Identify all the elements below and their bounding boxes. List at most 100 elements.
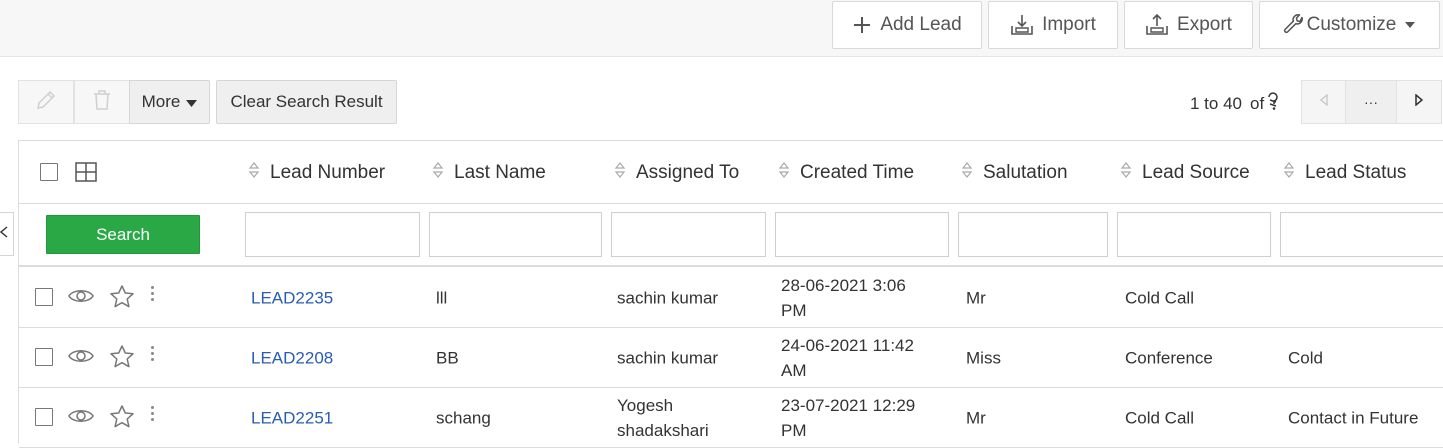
more-label: More <box>141 92 181 111</box>
select-all-checkbox[interactable] <box>40 163 58 181</box>
lead-number-link[interactable]: LEAD2235 <box>251 285 333 310</box>
sort-icon <box>432 161 444 185</box>
created-time-line: PM <box>781 301 807 320</box>
assigned-to-line: Yogesh <box>617 396 674 415</box>
filter-lead-source-input[interactable] <box>1117 212 1271 257</box>
last-name-cell: schang <box>436 408 491 427</box>
col-label: Lead Status <box>1305 162 1407 183</box>
customize-button[interactable]: Customize <box>1259 1 1440 49</box>
lead-source-cell: Cold Call <box>1125 408 1194 427</box>
salutation-cell: Mr <box>966 288 986 307</box>
trash-icon <box>92 89 112 116</box>
plus-icon <box>852 15 872 35</box>
filter-lead-status-input[interactable] <box>1280 212 1443 257</box>
import-icon <box>1010 14 1034 36</box>
add-lead-label: Add Lead <box>880 14 962 35</box>
sort-icon <box>614 161 626 185</box>
col-lead-status[interactable]: Lead Status <box>1283 161 1406 185</box>
col-label: Salutation <box>983 162 1068 183</box>
filter-last-name-input[interactable] <box>429 212 602 257</box>
last-name-cell: BB <box>436 348 459 367</box>
edit-button[interactable] <box>18 80 74 124</box>
table-row[interactable]: LEAD2208 BB sachin kumar 24-06-2021 11:4… <box>19 328 1443 388</box>
star-icon[interactable] <box>109 344 135 375</box>
column-layout-icon[interactable] <box>75 162 97 187</box>
sort-icon <box>1120 161 1132 185</box>
col-label: Assigned To <box>636 162 740 183</box>
delete-button[interactable] <box>74 80 130 124</box>
import-label: Import <box>1042 14 1096 35</box>
search-button[interactable]: Search <box>46 215 200 254</box>
assigned-to-cell: Yogesh shadakshari <box>617 393 709 443</box>
row-actions-icon[interactable] <box>151 286 155 304</box>
export-button[interactable]: Export <box>1124 1 1253 49</box>
clear-search-button[interactable]: Clear Search Result <box>216 80 397 124</box>
export-icon <box>1145 14 1169 36</box>
created-time-line: 28-06-2021 3:06 <box>781 276 906 295</box>
col-assigned-to[interactable]: Assigned To <box>614 161 739 185</box>
lead-source-cell: Cold Call <box>1125 288 1194 307</box>
created-time-cell: 24-06-2021 11:42 AM <box>781 333 914 383</box>
eye-icon[interactable] <box>68 347 94 370</box>
pager-ellipsis: ··· <box>1364 94 1378 110</box>
pagination-info: 1 to 40 of <box>1190 91 1280 116</box>
chevron-left-icon <box>1319 93 1328 111</box>
row-checkbox[interactable] <box>35 408 53 426</box>
collapse-sidebar-button[interactable] <box>0 212 14 256</box>
question-icon[interactable] <box>1266 91 1280 116</box>
clear-search-label: Clear Search Result <box>230 92 383 111</box>
row-checkbox[interactable] <box>35 288 53 306</box>
import-button[interactable]: Import <box>988 1 1118 49</box>
col-label: Last Name <box>454 162 546 183</box>
lead-number-link[interactable]: LEAD2251 <box>251 405 333 430</box>
prev-page-button[interactable] <box>1301 80 1346 124</box>
add-lead-button[interactable]: Add Lead <box>832 1 982 49</box>
row-actions-icon[interactable] <box>151 406 155 424</box>
created-time-cell: 23-07-2021 12:29 PM <box>781 393 915 443</box>
created-time-line: AM <box>781 361 807 380</box>
filter-salutation-input[interactable] <box>958 212 1108 257</box>
row-actions-icon[interactable] <box>151 346 155 364</box>
next-page-button[interactable] <box>1396 80 1442 124</box>
col-label: Lead Source <box>1142 162 1250 183</box>
col-label: Created Time <box>800 162 915 183</box>
row-checkbox[interactable] <box>35 348 53 366</box>
created-time-line: 24-06-2021 11:42 <box>781 336 914 355</box>
col-salutation[interactable]: Salutation <box>961 161 1068 185</box>
caret-down-icon <box>1404 21 1416 29</box>
eye-icon[interactable] <box>68 407 94 430</box>
more-button[interactable]: More <box>129 80 210 124</box>
table-header: Lead Number Last Name Assigned To Create… <box>19 141 1443 204</box>
filter-created-time-input[interactable] <box>775 212 949 257</box>
star-icon[interactable] <box>109 404 135 435</box>
star-icon[interactable] <box>109 284 135 315</box>
filter-row: Search <box>19 204 1443 267</box>
lead-status-cell: Cold <box>1288 348 1323 367</box>
created-time-cell: 28-06-2021 3:06 PM <box>781 273 906 323</box>
created-time-line: PM <box>781 421 807 440</box>
salutation-cell: Miss <box>966 348 1001 367</box>
top-toolbar: Add Lead Import Export Customize <box>0 0 1443 57</box>
more-pages-button[interactable]: ··· <box>1345 80 1397 124</box>
search-label: Search <box>96 224 150 244</box>
last-name-cell: lll <box>436 288 448 307</box>
col-lead-source[interactable]: Lead Source <box>1120 161 1250 185</box>
col-lead-number[interactable]: Lead Number <box>248 161 385 185</box>
caret-down-icon <box>186 92 198 112</box>
sort-icon <box>1283 161 1295 185</box>
sort-icon <box>248 161 260 185</box>
customize-label: Customize <box>1306 14 1397 35</box>
pencil-icon <box>35 89 57 116</box>
eye-icon[interactable] <box>68 287 94 310</box>
lead-number-link[interactable]: LEAD2208 <box>251 345 333 370</box>
table-row[interactable]: LEAD2251 schang Yogesh shadakshari 23-07… <box>19 388 1443 448</box>
wrench-icon <box>1283 14 1305 36</box>
table-row[interactable]: LEAD2235 lll sachin kumar 28-06-2021 3:0… <box>19 268 1443 328</box>
sort-icon <box>961 161 973 185</box>
filter-assigned-to-input[interactable] <box>611 212 766 257</box>
lead-status-cell: Contact in Future <box>1288 408 1419 427</box>
filter-lead-number-input[interactable] <box>245 212 420 257</box>
assigned-to-cell: sachin kumar <box>617 288 719 307</box>
col-last-name[interactable]: Last Name <box>432 161 546 185</box>
col-created-time[interactable]: Created Time <box>778 161 914 185</box>
